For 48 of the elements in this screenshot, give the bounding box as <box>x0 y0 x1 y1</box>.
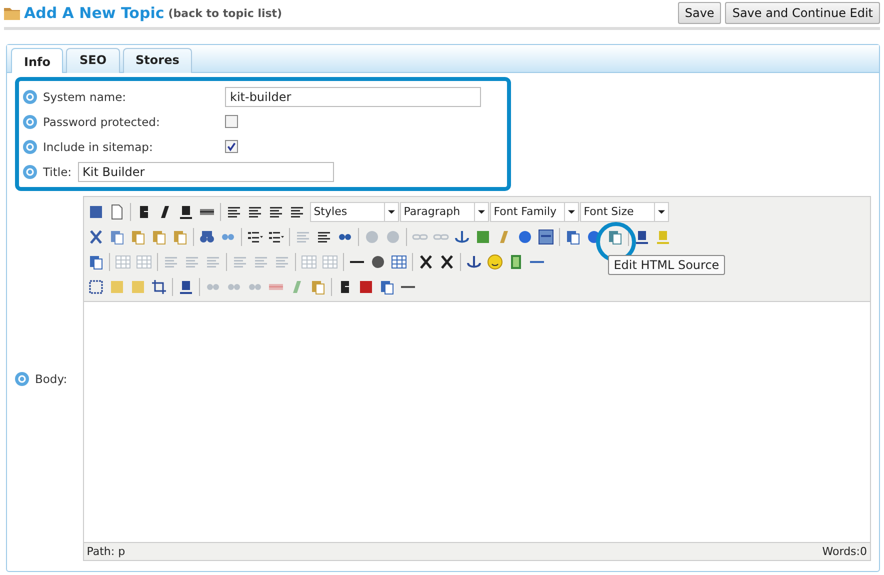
toolbar-dropdown[interactable]: Paragraph <box>400 202 489 222</box>
merge-cell-icon[interactable] <box>322 254 338 270</box>
preview-icon[interactable] <box>606 228 623 244</box>
tab[interactable]: SEO <box>66 48 120 73</box>
table-cell-icon[interactable] <box>136 254 152 270</box>
text-color-icon[interactable] <box>634 228 650 244</box>
underline-icon[interactable] <box>178 204 194 220</box>
anchor-icon[interactable] <box>454 228 470 244</box>
smiley-icon[interactable] <box>486 254 503 270</box>
edit-icon[interactable] <box>88 254 104 270</box>
checkbox[interactable] <box>225 115 238 128</box>
paste-word-icon[interactable] <box>172 228 188 244</box>
toolbar-dropdown[interactable]: Styles <box>310 202 399 222</box>
tab[interactable]: Stores <box>122 48 192 73</box>
image-icon[interactable] <box>474 228 491 244</box>
field-label: System name: <box>43 90 128 104</box>
toolbar-dropdown[interactable]: Font Size <box>580 202 669 222</box>
page-title: Add A New Topic <box>24 4 164 22</box>
tab[interactable]: Info <box>11 48 64 73</box>
styles-icon[interactable] <box>178 278 194 294</box>
paste-icon[interactable] <box>130 228 146 244</box>
text-field[interactable]: Kit Builder <box>78 162 334 182</box>
text-field[interactable]: kit-builder <box>225 86 481 106</box>
save-icon[interactable] <box>88 204 104 220</box>
copy-icon[interactable] <box>108 228 125 244</box>
field-label: Password protected: <box>43 114 161 128</box>
attributes-icon[interactable] <box>310 278 326 294</box>
split-cell-icon[interactable] <box>300 254 317 270</box>
page-icon[interactable] <box>108 204 125 220</box>
checkbox[interactable] <box>225 140 238 153</box>
scissors-icon[interactable] <box>88 228 104 244</box>
field-label: Title: <box>43 164 72 178</box>
calendar-icon[interactable] <box>564 228 581 244</box>
field-label: Body: <box>35 372 68 386</box>
back-link[interactable]: (back to topic list) <box>168 6 282 20</box>
crop-icon[interactable] <box>150 278 167 294</box>
select-icon[interactable] <box>88 278 104 294</box>
table-icon[interactable] <box>390 254 407 270</box>
template-icon[interactable] <box>378 278 395 294</box>
field-label: Include in sitemap: <box>43 140 154 154</box>
paste-text-icon[interactable] <box>150 228 167 244</box>
word-count: Words:0 <box>822 545 867 558</box>
action-button[interactable]: Save and Continue Edit <box>725 2 880 24</box>
folder-icon <box>4 6 20 20</box>
toolbar-dropdown[interactable]: Font Family <box>490 202 579 222</box>
tooltip: Edit HTML Source <box>608 255 726 275</box>
path-text: Path: p <box>86 545 126 558</box>
action-button[interactable]: Save <box>678 2 722 24</box>
